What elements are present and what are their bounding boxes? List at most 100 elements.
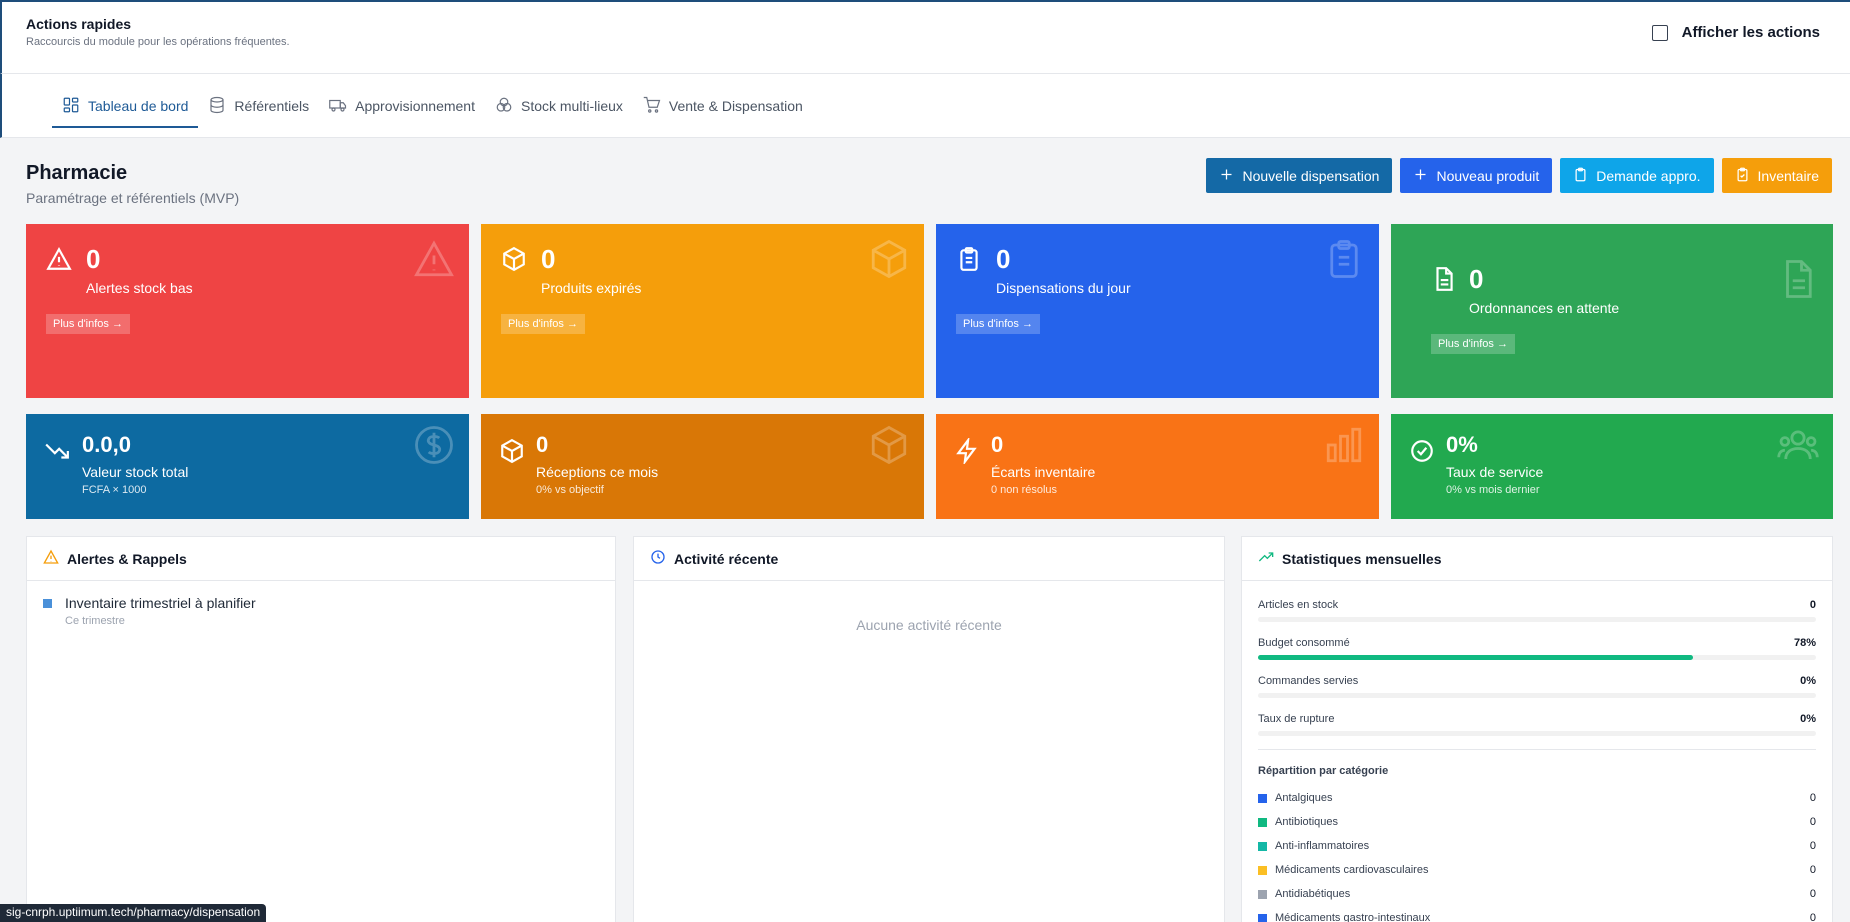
category-name: Médicaments cardiovasculaires bbox=[1275, 864, 1429, 876]
categories-title: Répartition par catégorie bbox=[1258, 765, 1389, 777]
truck-icon bbox=[329, 96, 347, 117]
category-row: Antibiotiques 0 bbox=[1258, 816, 1816, 828]
stat-label: Taux de rupture bbox=[1258, 713, 1335, 725]
tab-label: Référentiels bbox=[234, 98, 310, 114]
progress-bar bbox=[1258, 693, 1816, 698]
card-label: Réceptions ce mois bbox=[536, 464, 659, 480]
tabs-bar: Tableau de bord Référentiels Approvision… bbox=[0, 74, 1850, 138]
inventory-button[interactable]: Inventaire bbox=[1721, 158, 1832, 193]
card-receptions-month: 0 Réceptions ce mois 0% vs objectif bbox=[481, 414, 924, 519]
card-value: 0 bbox=[86, 244, 101, 274]
alert-triangle-icon bbox=[413, 238, 455, 280]
stat-label: Articles en stock bbox=[1258, 599, 1339, 611]
card-label: Ordonnances en attente bbox=[1469, 300, 1620, 316]
stat-value: 0% bbox=[1800, 675, 1816, 687]
tab-sales[interactable]: Vente & Dispensation bbox=[633, 74, 813, 138]
page-title: Pharmacie bbox=[26, 162, 128, 184]
card-label: Dispensations du jour bbox=[996, 280, 1131, 296]
category-value: 0 bbox=[1809, 912, 1816, 922]
button-label: Demande appro. bbox=[1596, 167, 1701, 184]
quick-actions-title: Actions rapides bbox=[26, 16, 132, 32]
category-name: Antibiotiques bbox=[1275, 816, 1338, 828]
stat-label: Commandes servies bbox=[1258, 675, 1359, 687]
card-subtext: 0% vs mois dernier bbox=[1446, 484, 1540, 496]
category-value: 0 bbox=[1809, 840, 1816, 852]
category-value: 0 bbox=[1809, 816, 1816, 828]
tab-label: Stock multi-lieux bbox=[520, 98, 623, 114]
page-subtitle: Paramétrage et référentiels (MVP) bbox=[26, 190, 240, 206]
plus-icon bbox=[1219, 167, 1234, 185]
card-value: 0% bbox=[1446, 432, 1478, 457]
category-row: Anti-inflammatoires 0 bbox=[1258, 840, 1816, 852]
clipboard-icon bbox=[1573, 167, 1588, 185]
progress-bar bbox=[1258, 731, 1816, 736]
card-label: Écarts inventaire bbox=[991, 464, 1096, 480]
alert-triangle-icon bbox=[43, 549, 59, 568]
boxes-icon bbox=[495, 96, 513, 117]
category-value: 0 bbox=[1809, 888, 1816, 900]
card-value: 0 bbox=[536, 432, 549, 457]
tab-label: Vente & Dispensation bbox=[668, 98, 803, 114]
panel-title: Activité récente bbox=[674, 550, 779, 567]
trending-up-icon bbox=[1258, 549, 1274, 568]
button-label: Nouvelle dispensation bbox=[1242, 167, 1380, 184]
card-label: Taux de service bbox=[1446, 464, 1544, 480]
database-icon bbox=[208, 96, 226, 117]
plus-icon bbox=[1413, 167, 1428, 185]
file-icon bbox=[1431, 266, 1457, 292]
category-name: Antidiabétiques bbox=[1275, 888, 1351, 900]
card-value: 0 bbox=[991, 432, 1004, 457]
category-name: Anti-inflammatoires bbox=[1275, 840, 1370, 852]
page-actions: Nouvelle dispensation Nouveau produit De… bbox=[1206, 158, 1832, 193]
cart-icon bbox=[643, 96, 661, 117]
card-label: Valeur stock total bbox=[82, 464, 189, 480]
panel-title: Statistiques mensuelles bbox=[1282, 550, 1442, 567]
card-value: 0 bbox=[996, 244, 1011, 274]
clock-icon bbox=[650, 549, 666, 568]
supply-request-button[interactable]: Demande appro. bbox=[1560, 158, 1714, 193]
stat-label: Budget consommé bbox=[1258, 637, 1350, 649]
card-low-stock-alerts: 0 Alertes stock bas Plus d'infos → bbox=[26, 224, 469, 398]
show-actions-checkbox[interactable] bbox=[1651, 24, 1668, 41]
tab-dashboard[interactable]: Tableau de bord bbox=[52, 74, 199, 138]
category-row: Antidiabétiques 0 bbox=[1258, 888, 1816, 900]
new-product-button[interactable]: Nouveau produit bbox=[1400, 158, 1553, 193]
button-label: Nouveau produit bbox=[1436, 167, 1540, 184]
activity-panel: Activité récente Aucune activité récente bbox=[633, 536, 1225, 922]
tab-multi-stock[interactable]: Stock multi-lieux bbox=[485, 74, 633, 138]
users-icon bbox=[1777, 424, 1819, 466]
category-name: Médicaments gastro-intestinaux bbox=[1275, 912, 1431, 922]
tab-label: Tableau de bord bbox=[88, 98, 189, 114]
box-icon bbox=[501, 246, 527, 272]
category-swatch bbox=[1258, 817, 1267, 827]
card-label: Alertes stock bas bbox=[86, 280, 193, 296]
more-info-link[interactable]: Plus d'infos → bbox=[501, 314, 585, 334]
file-icon bbox=[1777, 258, 1819, 300]
activity-panel-header: Activité récente bbox=[634, 537, 1224, 581]
more-info-link[interactable]: Plus d'infos → bbox=[46, 314, 130, 334]
category-value: 0 bbox=[1809, 864, 1816, 876]
divider bbox=[1258, 749, 1816, 750]
dashboard-icon bbox=[62, 96, 80, 117]
panel-title: Alertes & Rappels bbox=[67, 550, 187, 567]
more-info-link[interactable]: Plus d'infos → bbox=[1431, 334, 1515, 354]
progress-bar bbox=[1258, 655, 1816, 660]
stat-value: 0% bbox=[1800, 713, 1816, 725]
box-icon bbox=[868, 238, 910, 280]
dollar-icon bbox=[413, 424, 455, 466]
alert-triangle-icon bbox=[46, 246, 72, 272]
new-dispensation-button[interactable]: Nouvelle dispensation bbox=[1206, 158, 1393, 193]
category-swatch bbox=[1258, 913, 1267, 922]
tab-label: Approvisionnement bbox=[355, 98, 475, 114]
stat-item: Articles en stock 0 bbox=[1258, 599, 1816, 622]
progress-bar bbox=[1258, 617, 1816, 622]
tab-referentials[interactable]: Référentiels bbox=[198, 74, 319, 138]
bar-chart-icon bbox=[1323, 424, 1365, 466]
show-actions-toggle[interactable]: Afficher les actions bbox=[1651, 24, 1820, 41]
category-swatch bbox=[1258, 841, 1267, 851]
card-dispensations-today: 0 Dispensations du jour Plus d'infos → bbox=[936, 224, 1379, 398]
tab-supply[interactable]: Approvisionnement bbox=[319, 74, 485, 138]
box-icon bbox=[868, 424, 910, 466]
empty-state: Aucune activité récente bbox=[856, 617, 1002, 633]
more-info-link[interactable]: Plus d'infos → bbox=[956, 314, 1040, 334]
